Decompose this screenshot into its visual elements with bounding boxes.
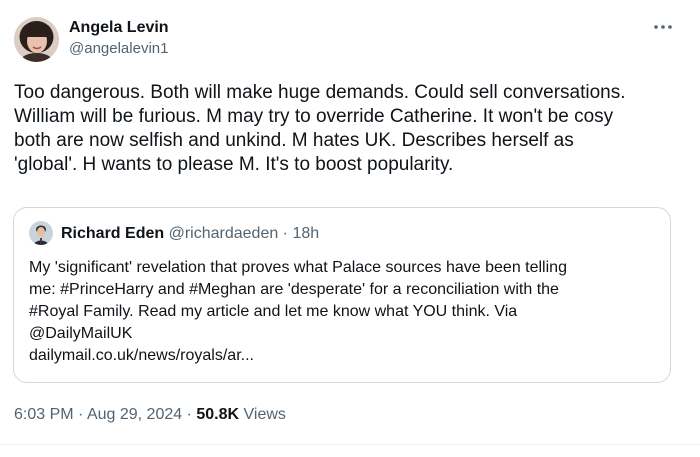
tweet-card: Angela Levin @angelalevin1 Too dangerous… bbox=[0, 0, 700, 457]
tweet-text-line: 'global'. H wants to please M. It's to b… bbox=[14, 154, 454, 175]
quote-author-name[interactable]: Richard Eden bbox=[61, 225, 164, 242]
views-count[interactable]: 50.8K bbox=[196, 406, 239, 423]
quote-separator: · bbox=[278, 225, 293, 242]
quote-text-line: #Royal Family. Read my article and let m… bbox=[29, 303, 518, 320]
quote-timestamp[interactable]: 18h bbox=[292, 225, 319, 242]
views-label: Views bbox=[239, 406, 286, 423]
quoted-tweet[interactable]: Richard Eden @richardaeden · 18h My 'sig… bbox=[13, 207, 671, 383]
tweet-text-line: Too dangerous. Both will make huge deman… bbox=[14, 82, 626, 103]
quote-text-line: My 'significant' revelation that proves … bbox=[29, 259, 567, 276]
more-horizontal-icon[interactable] bbox=[652, 18, 674, 36]
quote-header: Richard Eden @richardaeden · 18h bbox=[61, 223, 319, 245]
tweet-meta: 6:03 PM · Aug 29, 2024 · 50.8K Views bbox=[14, 404, 286, 426]
meta-separator: · bbox=[182, 406, 197, 423]
quote-link[interactable]: dailymail.co.uk/news/royals/ar... bbox=[29, 345, 659, 367]
quote-author-handle[interactable]: @richardaeden bbox=[169, 225, 279, 242]
divider bbox=[0, 444, 700, 445]
quote-text: My 'significant' revelation that proves … bbox=[29, 257, 659, 367]
meta-separator: · bbox=[73, 406, 87, 423]
author-name[interactable]: Angela Levin bbox=[69, 17, 169, 39]
tweet-text-line: William will be furious. M may try to ov… bbox=[14, 106, 614, 127]
author-avatar[interactable] bbox=[14, 17, 59, 62]
quote-text-line: me: #PrinceHarry and #Meghan are 'desper… bbox=[29, 281, 559, 298]
quote-author-avatar[interactable] bbox=[29, 221, 53, 245]
tweet-time[interactable]: 6:03 PM bbox=[14, 406, 74, 423]
tweet-text: Too dangerous. Both will make huge deman… bbox=[14, 81, 690, 177]
author-handle[interactable]: @angelalevin1 bbox=[69, 39, 168, 59]
tweet-text-line: both are now selfish and unkind. M hates… bbox=[14, 130, 574, 151]
tweet-date[interactable]: Aug 29, 2024 bbox=[87, 406, 182, 423]
quote-text-line: @DailyMailUK bbox=[29, 325, 133, 342]
